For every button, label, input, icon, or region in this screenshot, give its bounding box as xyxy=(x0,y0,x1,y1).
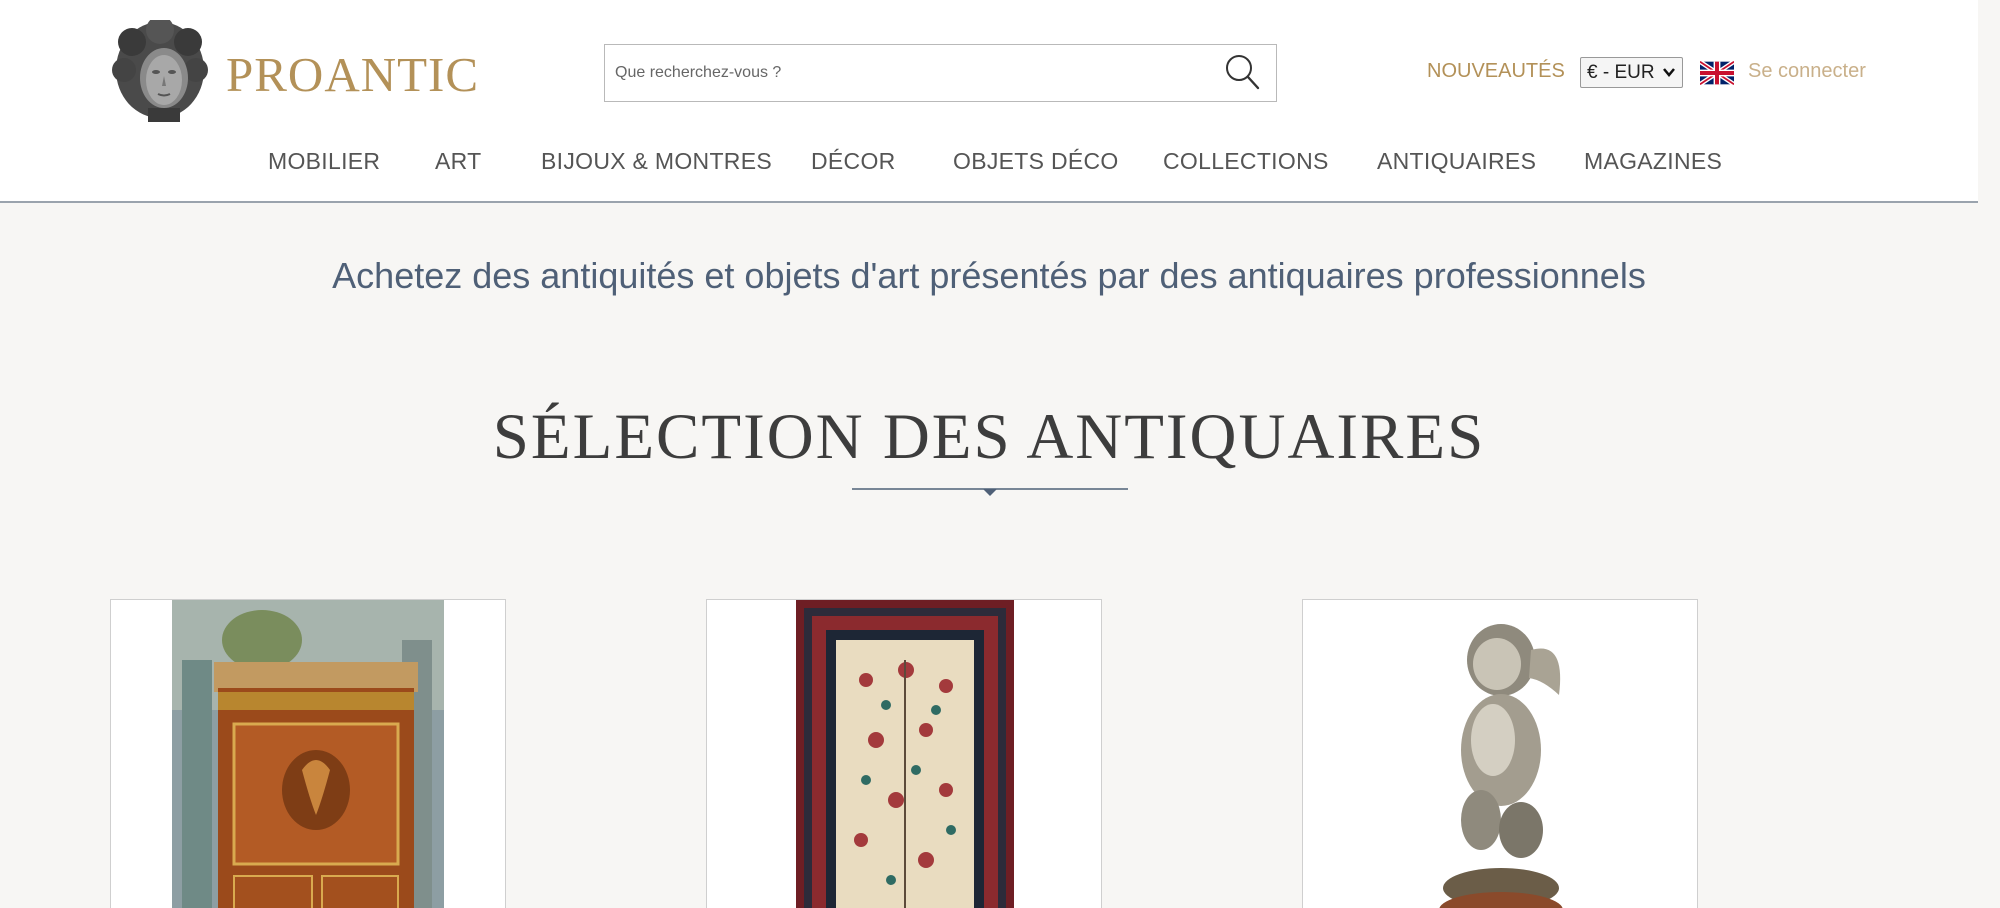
brand-name[interactable]: PROANTIC xyxy=(226,46,479,103)
logo-head-icon[interactable] xyxy=(110,20,210,124)
secretary-desk-image xyxy=(172,600,444,908)
section-divider xyxy=(852,488,1128,496)
search-input[interactable] xyxy=(615,45,1205,101)
search-box xyxy=(604,44,1277,102)
chevron-down-icon xyxy=(1662,62,1676,85)
persian-rug-image xyxy=(796,600,1014,908)
nav-item-antiquaires[interactable]: ANTIQUAIRES xyxy=(1377,148,1536,175)
login-link[interactable]: Se connecter xyxy=(1748,60,1866,83)
nouveautes-link[interactable]: NOUVEAUTÉS xyxy=(1427,60,1565,83)
nav-item-objets-deco[interactable]: OBJETS DÉCO xyxy=(953,148,1119,175)
nav-item-art[interactable]: ART xyxy=(435,148,482,175)
main-nav: MOBILIER ART BIJOUX & MONTRES DÉCOR OBJE… xyxy=(0,148,1978,178)
product-card[interactable] xyxy=(110,599,506,908)
uk-flag-icon[interactable] xyxy=(1700,61,1734,85)
product-card[interactable] xyxy=(1302,599,1698,908)
currency-value: € - EUR xyxy=(1587,61,1655,83)
nav-item-mobilier[interactable]: MOBILIER xyxy=(268,148,380,175)
tagline: Achetez des antiquités et objets d'art p… xyxy=(332,255,1646,296)
nav-item-collections[interactable]: COLLECTIONS xyxy=(1163,148,1329,175)
site-header: PROANTIC NOUVEAUTÉS € - EUR Se connecter… xyxy=(0,0,1978,203)
product-card[interactable] xyxy=(706,599,1102,908)
section-title: SÉLECTION DES ANTIQUAIRES xyxy=(492,401,1486,473)
nav-item-magazines[interactable]: MAGAZINES xyxy=(1584,148,1722,175)
search-icon[interactable] xyxy=(1224,53,1260,91)
currency-select[interactable]: € - EUR xyxy=(1580,57,1683,88)
nav-item-bijoux-montres[interactable]: BIJOUX & MONTRES xyxy=(541,148,772,175)
nav-item-decor[interactable]: DÉCOR xyxy=(811,148,896,175)
bronze-cherub-image xyxy=(1401,600,1601,908)
